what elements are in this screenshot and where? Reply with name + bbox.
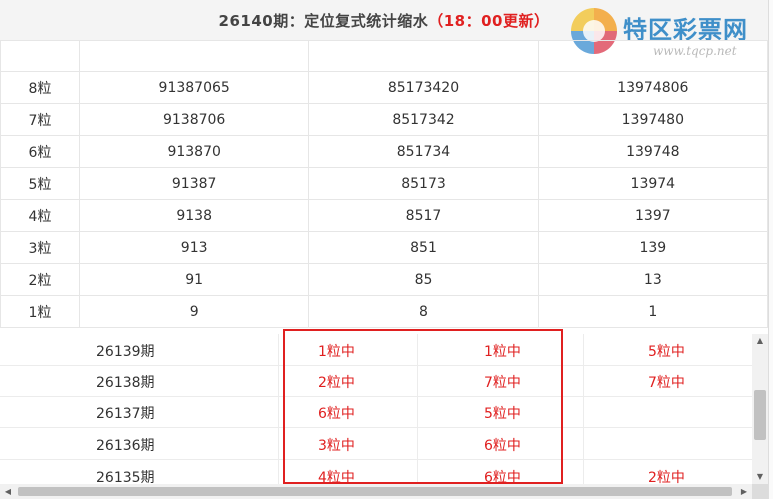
cell: 913 — [78, 231, 310, 264]
hit-cell: 7粒中 — [648, 375, 685, 391]
table-row: 6粒 913870 851734 139748 — [0, 135, 769, 168]
table-row: 7粒 9138706 8517342 1397480 — [0, 103, 769, 136]
table-row: 4粒 9138 8517 1397 — [0, 199, 769, 232]
update-time: （18：00更新） — [428, 12, 550, 30]
table-row: 3粒 913 851 139 — [0, 231, 769, 264]
period-label: 26136期 — [96, 438, 155, 454]
cell: 9138706 — [78, 103, 310, 136]
scroll-up-icon[interactable]: ▲ — [752, 334, 768, 348]
cell: 851734 — [308, 135, 539, 168]
row-label: 7粒 — [0, 103, 80, 136]
vertical-scrollbar[interactable]: ▲ ▼ — [752, 334, 768, 484]
cell: 139748 — [537, 135, 769, 168]
hit-cell: 5粒中 — [648, 344, 685, 360]
scroll-right-icon[interactable]: ▶ — [736, 484, 752, 499]
horizontal-scrollbar[interactable]: ◀ ▶ — [0, 484, 752, 499]
scroll-corner — [752, 484, 768, 499]
cell: 91 — [78, 263, 310, 296]
scroll-down-icon[interactable]: ▼ — [752, 470, 768, 484]
period-label: 26137期 — [96, 406, 155, 422]
cell: 913870 — [78, 135, 310, 168]
cell: 9 — [78, 295, 310, 328]
table-row: 2粒 91 85 13 — [0, 263, 769, 296]
cell: 1397 — [537, 199, 769, 232]
row-label: 1粒 — [0, 295, 80, 328]
cell: 85 — [308, 263, 539, 296]
cell: 85173420 — [308, 71, 539, 104]
cell: 9138 — [78, 199, 310, 232]
row-label: 6粒 — [0, 135, 80, 168]
table-row: 1粒 9 8 1 — [0, 295, 769, 328]
table-row-blank — [0, 40, 769, 72]
cell: 1397480 — [537, 103, 769, 136]
row-label: 2粒 — [0, 263, 80, 296]
cell: 8517342 — [308, 103, 539, 136]
cell: 91387065 — [78, 71, 310, 104]
scroll-thumb[interactable] — [754, 390, 766, 440]
row-label: 5粒 — [0, 167, 80, 200]
cell: 13974806 — [537, 71, 769, 104]
title-text: 26140期：定位复式统计缩水 — [218, 12, 429, 30]
cell: 13974 — [537, 167, 769, 200]
cell: 8517 — [308, 199, 539, 232]
cell: 139 — [537, 231, 769, 264]
outer-scrollbar-edge — [768, 0, 773, 499]
cell: 85173 — [308, 167, 539, 200]
period-label: 26138期 — [96, 375, 155, 391]
cell: 13 — [537, 263, 769, 296]
scroll-thumb-horizontal[interactable] — [18, 487, 732, 496]
cell: 8 — [308, 295, 539, 328]
row-label: 3粒 — [0, 231, 80, 264]
cell: 91387 — [78, 167, 310, 200]
row-label: 4粒 — [0, 199, 80, 232]
cell: 851 — [308, 231, 539, 264]
cell: 1 — [537, 295, 769, 328]
hit-cell: 2粒中 — [648, 470, 685, 484]
period-label: 26139期 — [96, 344, 155, 360]
table-row: 5粒 91387 85173 13974 — [0, 167, 769, 200]
highlight-box — [283, 329, 563, 484]
table-row: 8粒 91387065 85173420 13974806 — [0, 71, 769, 104]
stats-table: 8粒 91387065 85173420 13974806 7粒 9138706… — [0, 40, 769, 328]
scroll-left-icon[interactable]: ◀ — [0, 484, 16, 499]
period-label: 26135期 — [96, 470, 155, 484]
row-label: 8粒 — [0, 71, 80, 104]
